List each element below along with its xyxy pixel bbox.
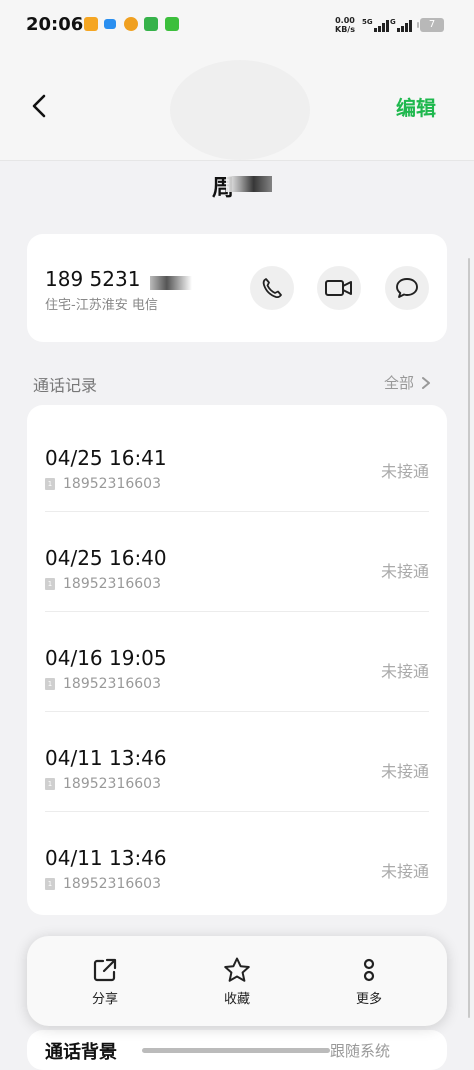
- table-row[interactable]: 04/25 16:41 1 18952316603 未接通: [27, 412, 447, 512]
- notification-app-icon: [124, 17, 138, 31]
- phone-number[interactable]: 189 5231: [45, 267, 140, 291]
- call-status: 未接通: [380, 762, 429, 781]
- video-call-button[interactable]: [317, 266, 361, 310]
- call-time: 04/16 19:05: [45, 646, 167, 670]
- call-number-line: 1 18952316603: [45, 776, 161, 792]
- scrollbar[interactable]: [468, 258, 470, 1018]
- favorite-label: 收藏: [223, 992, 250, 1007]
- call-number: 18952316603: [63, 576, 161, 592]
- ringback-value: 跟随系统: [330, 1042, 391, 1060]
- more-label: 更多: [355, 992, 382, 1007]
- sim-card-icon: 1: [45, 878, 55, 890]
- redacted-mask: [150, 276, 192, 290]
- signal-icon: G: [390, 18, 412, 32]
- call-log-title: 通话记录: [33, 376, 98, 395]
- share-icon: [93, 958, 117, 982]
- share-label: 分享: [91, 992, 118, 1007]
- share-button[interactable]: 分享: [65, 956, 145, 1007]
- favorite-button[interactable]: 收藏: [197, 956, 277, 1007]
- phone-icon: [262, 278, 282, 299]
- call-number: 18952316603: [63, 676, 161, 692]
- call-number: 18952316603: [63, 476, 161, 492]
- table-row[interactable]: 04/11 13:46 1 18952316603 未接通: [27, 712, 447, 812]
- notification-app-icon: [144, 17, 158, 31]
- phone-location: 住宅-江苏淮安 电信: [45, 298, 158, 313]
- notification-app-icon: [104, 19, 116, 29]
- call-button[interactable]: [250, 266, 294, 310]
- chevron-right-icon: [422, 376, 431, 389]
- status-time: 20:06: [26, 14, 84, 35]
- redacted-mask: [226, 176, 272, 192]
- more-button[interactable]: 更多: [329, 956, 409, 1007]
- call-time: 04/25 16:40: [45, 546, 167, 570]
- call-status: 未接通: [380, 562, 429, 581]
- more-dots-icon: [363, 958, 375, 982]
- call-status: 未接通: [380, 662, 429, 681]
- call-number: 18952316603: [63, 876, 161, 892]
- sim-card-icon: 1: [45, 778, 55, 790]
- video-camera-icon: [325, 280, 352, 296]
- chevron-left-icon: [32, 94, 46, 118]
- sim-card-icon: 1: [45, 578, 55, 590]
- call-time: 04/25 16:41: [45, 446, 167, 470]
- battery-icon: 7: [417, 18, 444, 32]
- table-row[interactable]: 04/16 19:05 1 18952316603 未接通: [27, 612, 447, 712]
- divider: [0, 160, 474, 161]
- sim-card-icon: 1: [45, 478, 55, 490]
- all-label: 全部: [384, 374, 415, 392]
- signal-5g-icon: 5G: [362, 18, 389, 32]
- back-button[interactable]: [22, 88, 58, 124]
- table-row[interactable]: 04/11 13:46 1 18952316603 未接通: [27, 812, 447, 912]
- sim-card-icon: 1: [45, 678, 55, 690]
- notification-check-icon: [165, 17, 179, 31]
- chat-bubble-icon: [396, 278, 418, 298]
- call-log-all-link[interactable]: 全部: [384, 372, 432, 393]
- call-number-line: 1 18952316603: [45, 476, 161, 492]
- call-time: 04/11 13:46: [45, 746, 167, 770]
- call-number-line: 1 18952316603: [45, 676, 161, 692]
- message-button[interactable]: [385, 266, 429, 310]
- edit-button[interactable]: 编辑: [396, 92, 436, 121]
- star-icon: [224, 957, 250, 982]
- ringback-label: 通话背景: [45, 1042, 117, 1063]
- table-row[interactable]: 04/25 16:40 1 18952316603 未接通: [27, 512, 447, 612]
- call-number-line: 1 18952316603: [45, 876, 161, 892]
- call-status: 未接通: [380, 462, 429, 481]
- notification-app-icon: [84, 17, 98, 31]
- home-indicator[interactable]: [142, 1048, 330, 1053]
- call-number: 18952316603: [63, 776, 161, 792]
- call-number-line: 1 18952316603: [45, 576, 161, 592]
- avatar: [170, 60, 310, 160]
- call-time: 04/11 13:46: [45, 846, 167, 870]
- network-speed: 0.00 KB/s: [335, 16, 355, 34]
- call-status: 未接通: [380, 862, 429, 881]
